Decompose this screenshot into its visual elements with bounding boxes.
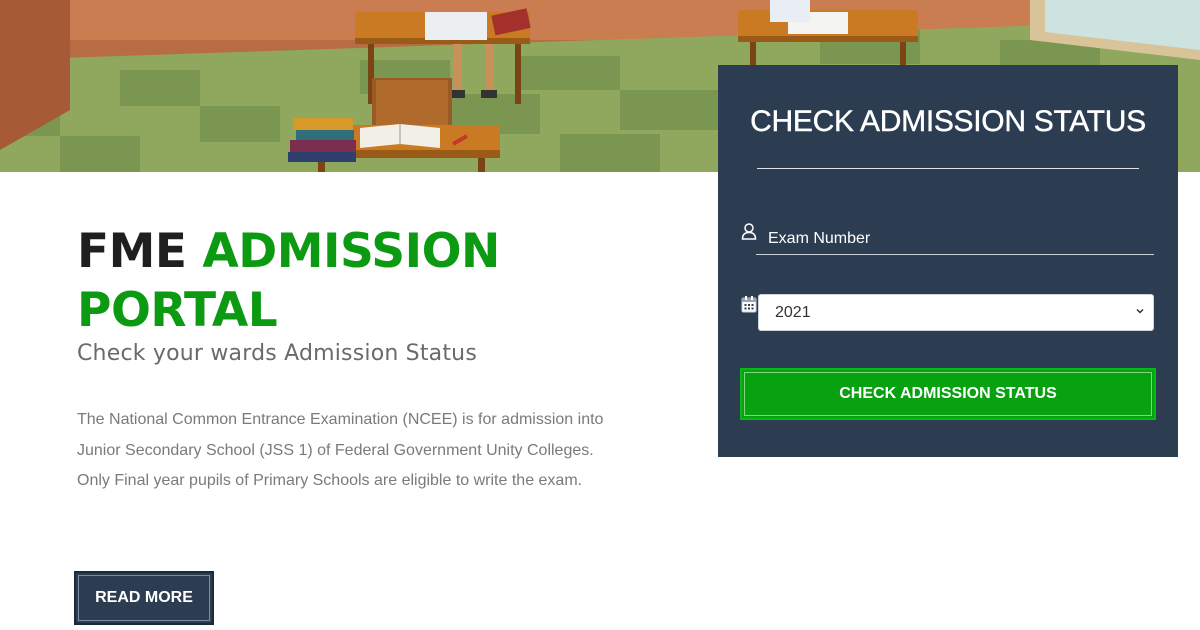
title-fme: FME [77, 224, 187, 279]
check-admission-status-button[interactable]: CHECK ADMISSION STATUS [740, 368, 1156, 420]
page-subtitle: Check your wards Admission Status [77, 341, 477, 366]
chevron-down-icon [1136, 308, 1144, 314]
read-more-button[interactable]: READ MORE [74, 571, 214, 625]
panel-heading: CHECK ADMISSION STATUS [750, 105, 1146, 138]
page-title: FME ADMISSION PORTAL [77, 222, 637, 340]
title-admission: ADMISSION [202, 224, 500, 279]
exam-number-input[interactable] [756, 223, 1154, 255]
admission-status-panel: CHECK ADMISSION STATUS 2021 CHECK ADMISS… [718, 65, 1178, 457]
year-select-value: 2021 [775, 303, 811, 321]
calendar-icon [741, 296, 757, 313]
panel-divider [757, 168, 1139, 169]
description-text: The National Common Entrance Examination… [77, 411, 604, 489]
user-icon [741, 223, 757, 240]
year-select[interactable]: 2021 [758, 294, 1154, 331]
title-portal: PORTAL [77, 283, 278, 338]
